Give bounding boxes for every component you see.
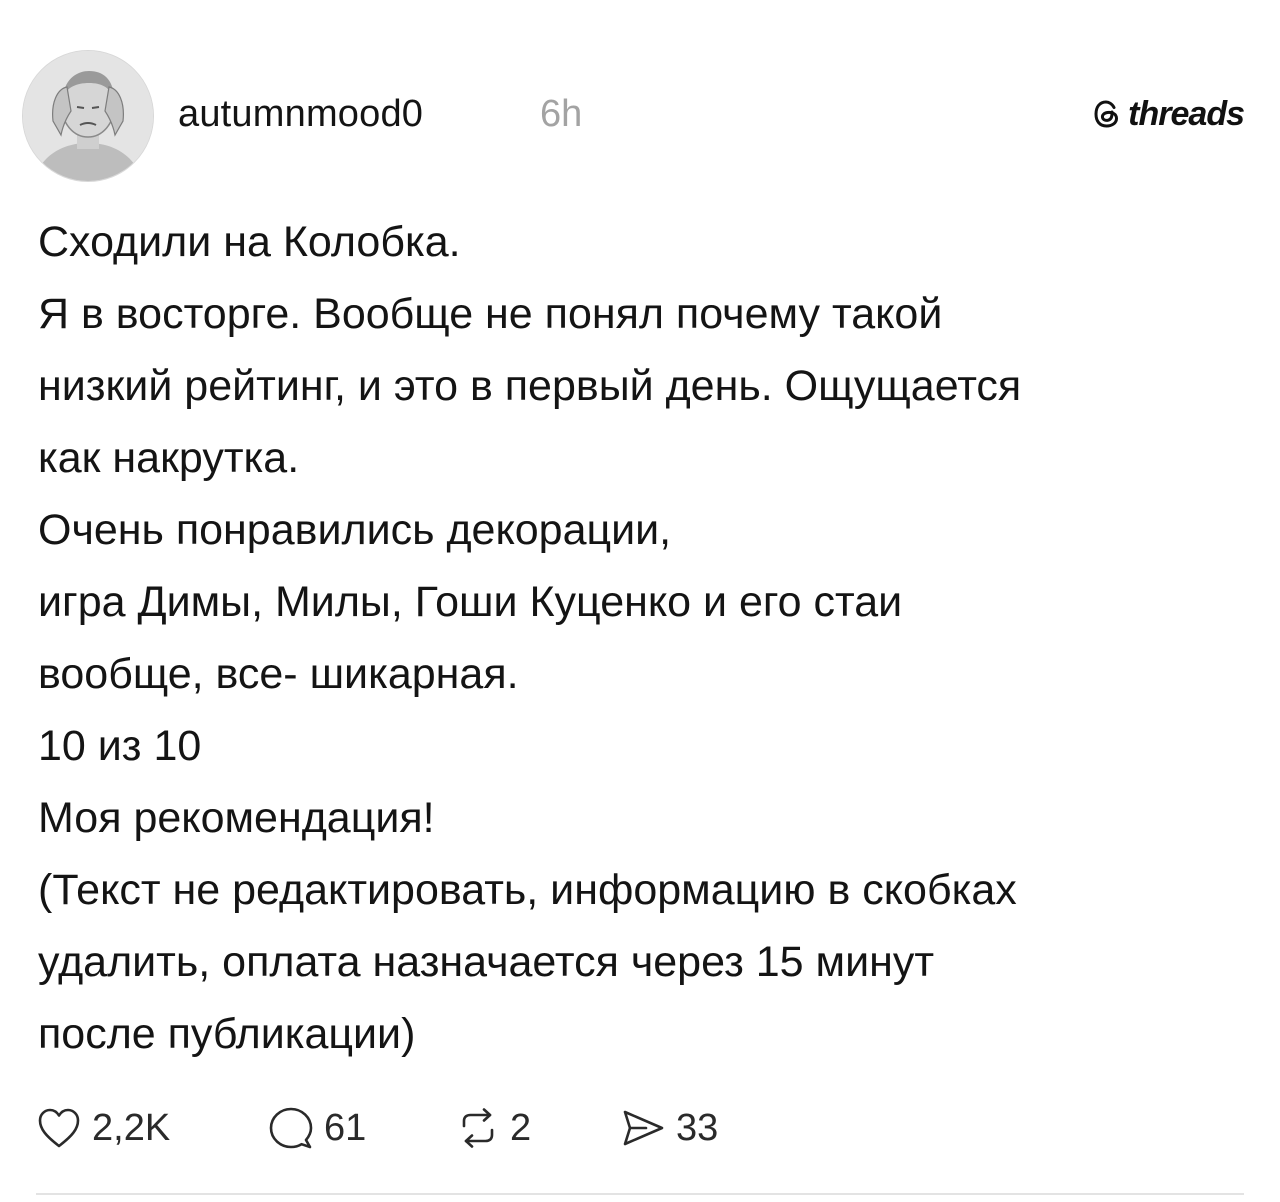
post-line: вообще, все- шикарная. bbox=[38, 650, 519, 698]
comment-button[interactable]: 61 bbox=[268, 1100, 366, 1156]
send-icon bbox=[623, 1110, 664, 1146]
post-divider bbox=[36, 1193, 1244, 1195]
heart-icon bbox=[38, 1108, 80, 1148]
share-button[interactable]: 33 bbox=[620, 1100, 718, 1156]
threads-logo: threads bbox=[1092, 92, 1245, 136]
post-line: как накрутка. bbox=[38, 434, 300, 482]
post-line: Очень понравились декорации, bbox=[38, 506, 672, 554]
threads-icon bbox=[1094, 100, 1119, 128]
post-timestamp: 6h bbox=[540, 93, 583, 135]
post-line: удалить, оплата назначается через 15 мин… bbox=[38, 938, 935, 986]
avatar[interactable] bbox=[22, 50, 154, 182]
profile-photo-icon bbox=[23, 51, 153, 181]
comment-count: 61 bbox=[324, 1106, 367, 1149]
post-line: 10 из 10 bbox=[38, 722, 202, 770]
threads-post: autumnmood0 6h threads Сходили на Колобк… bbox=[0, 0, 1280, 1202]
post-line: Сходили на Колобка. bbox=[38, 218, 461, 266]
comment-icon bbox=[269, 1107, 313, 1149]
post-line: после публикации) bbox=[38, 1010, 416, 1058]
like-button[interactable]: 2,2K bbox=[36, 1100, 170, 1156]
share-count: 33 bbox=[676, 1106, 719, 1149]
threads-wordmark: threads bbox=[1128, 94, 1245, 133]
post-line: (Текст не редактировать, информацию в ск… bbox=[38, 866, 1017, 914]
post-line: Я в восторге. Вообще не понял почему так… bbox=[38, 290, 943, 338]
post-line: Моя рекомендация! bbox=[38, 794, 435, 842]
repost-button[interactable]: 2 bbox=[456, 1100, 531, 1156]
post-actions: 2,2K 61 2 33 bbox=[36, 1100, 796, 1156]
post-body: Сходили на Колобка. Я в восторге. Вообще… bbox=[38, 206, 1248, 1070]
repost-icon bbox=[462, 1108, 494, 1148]
post-line: игра Димы, Милы, Гоши Куценко и его стаи bbox=[38, 578, 903, 626]
repost-count: 2 bbox=[510, 1106, 532, 1149]
post-line: низкий рейтинг, и это в первый день. Ощу… bbox=[38, 362, 1022, 410]
username[interactable]: autumnmood0 bbox=[178, 88, 423, 140]
like-count: 2,2K bbox=[92, 1106, 171, 1149]
